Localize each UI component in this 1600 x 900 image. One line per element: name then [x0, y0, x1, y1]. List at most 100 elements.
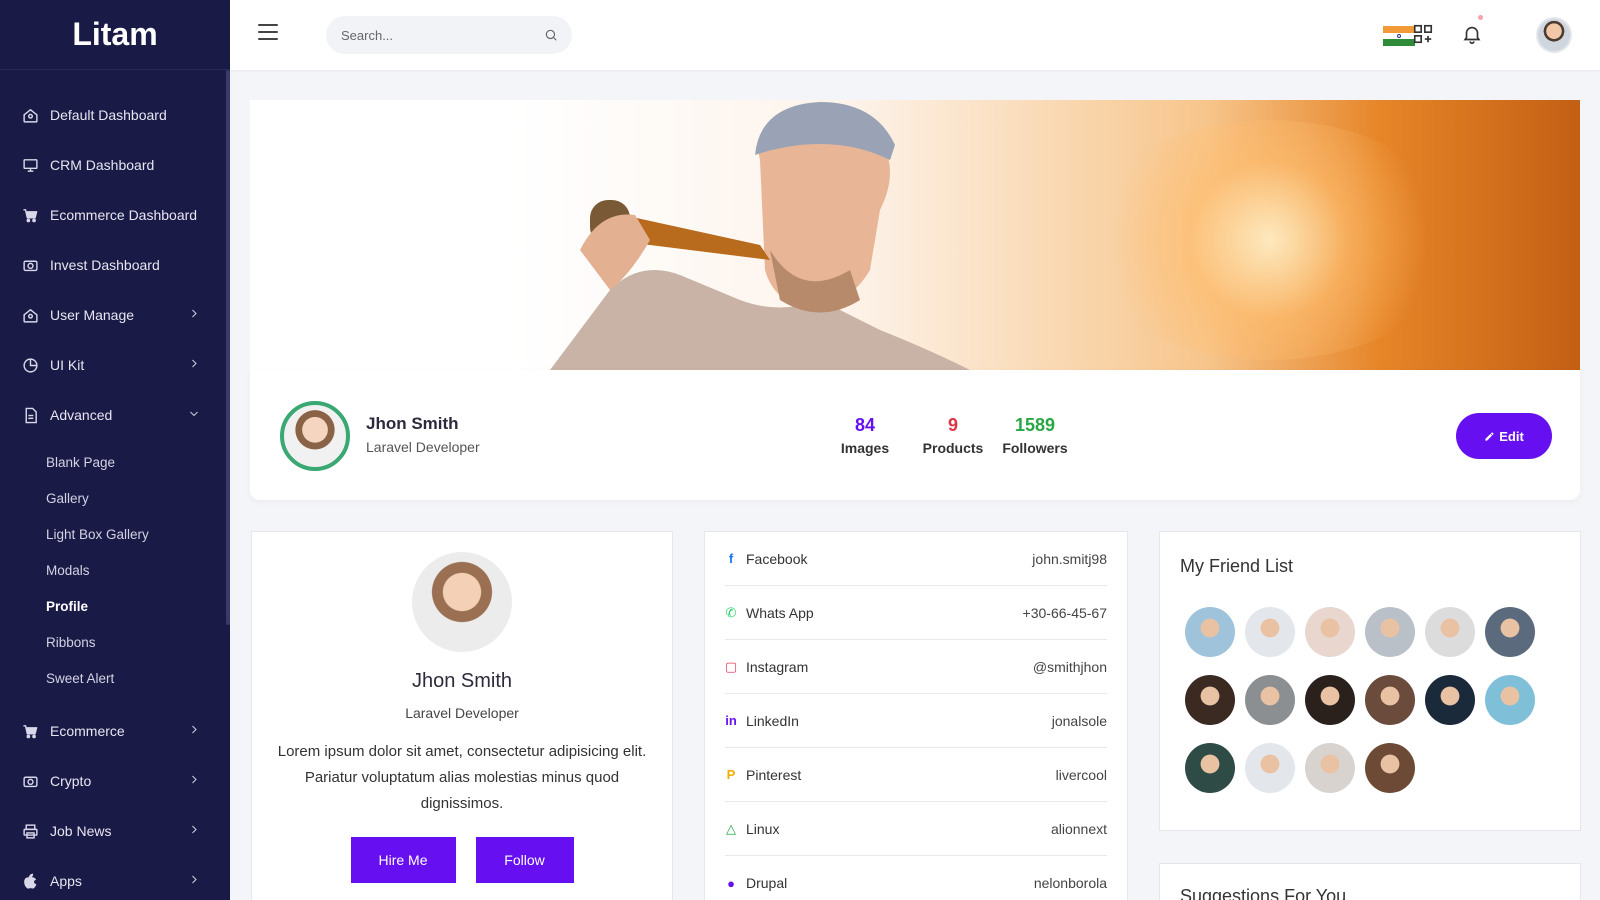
sidebar-item-label: Apps	[50, 873, 82, 889]
sidebar-item-ecommerce-dashboard[interactable]: Ecommerce Dashboard	[0, 190, 230, 240]
social-name: Instagram	[746, 658, 809, 675]
friend-avatar[interactable]	[1305, 743, 1355, 793]
social-value: nelonborola	[1033, 875, 1107, 891]
submenu-item-blank-page[interactable]: Blank Page	[0, 444, 230, 480]
friend-avatar[interactable]	[1245, 743, 1295, 793]
edit-button[interactable]: Edit	[1456, 413, 1552, 459]
printer-icon	[21, 822, 39, 840]
friend-avatar[interactable]	[1425, 675, 1475, 725]
social-value: john.smitj98	[1032, 550, 1107, 567]
chevron-right-icon	[188, 824, 200, 839]
social-links-card: f Facebook john.smitj98 ✆ Whats App +30-66-45…	[704, 531, 1128, 900]
social-row-instagram[interactable]: ▢ Instagram @smithjhon	[725, 640, 1107, 694]
instagram-icon: ▢	[724, 658, 738, 674]
submenu-item-light-box-gallery[interactable]: Light Box Gallery	[0, 516, 230, 552]
top-header	[230, 0, 1600, 70]
friend-avatar[interactable]	[1185, 607, 1235, 657]
sidebar-item-crm-dashboard[interactable]: CRM Dashboard	[0, 140, 230, 190]
menu-toggle-icon[interactable]	[258, 24, 278, 44]
sidebar-item-default-dashboard[interactable]: Default Dashboard	[0, 90, 230, 140]
social-row-linkedin[interactable]: in LinkedIn jonalsole	[725, 694, 1107, 748]
social-name: Whats App	[746, 604, 814, 621]
bell-icon[interactable]	[1461, 15, 1483, 45]
stat-images: 84 Images	[830, 415, 900, 456]
whatsapp-icon: ✆	[725, 604, 737, 620]
sidebar-item-user-manage[interactable]: User Manage	[0, 290, 230, 340]
stat-images-label: Images	[840, 440, 890, 456]
sidebar-item-label: Invest Dashboard	[50, 257, 160, 273]
cover-photo-illustration	[550, 102, 970, 370]
submenu-item-modals[interactable]: Modals	[0, 552, 230, 588]
chevron-right-icon	[188, 724, 200, 739]
stat-followers-value: 1589	[1014, 415, 1056, 435]
chevron-right-icon	[188, 308, 200, 323]
camera-icon	[21, 772, 39, 790]
pinterest-icon: P	[726, 767, 736, 782]
submenu-item-profile[interactable]: Profile	[0, 588, 230, 624]
hire-me-button[interactable]: Hire Me	[350, 837, 456, 883]
friend-avatar[interactable]	[1365, 743, 1415, 793]
about-avatar	[412, 552, 512, 652]
social-value: +30-66-45-67	[1022, 604, 1107, 621]
friend-avatar[interactable]	[1305, 675, 1355, 725]
sidebar-item-label: Ecommerce	[50, 723, 125, 739]
edit-label: Edit	[1499, 428, 1524, 444]
search-icon[interactable]	[544, 28, 558, 42]
sidebar-item-invest-dashboard[interactable]: Invest Dashboard	[0, 240, 230, 290]
social-value: alionnext	[1050, 820, 1107, 837]
profile-role: Laravel Developer	[366, 439, 480, 455]
friend-avatar[interactable]	[1245, 607, 1295, 657]
india-flag-icon[interactable]	[1383, 26, 1415, 46]
submenu-item-ribbons[interactable]: Ribbons	[0, 624, 230, 660]
sidebar-item-ui-kit[interactable]: UI Kit	[0, 340, 230, 390]
social-name: Pinterest	[746, 766, 802, 783]
apps-grid-icon[interactable]	[1412, 23, 1434, 45]
stat-followers-label: Followers	[1002, 440, 1068, 456]
social-row-pinterest[interactable]: P Pinterest livercool	[725, 748, 1107, 802]
brand-logo[interactable]: Litam	[0, 0, 230, 70]
stat-products-label: Products	[922, 440, 984, 456]
cart-icon	[21, 206, 39, 224]
cart-icon	[21, 722, 39, 740]
sidebar-item-advanced[interactable]: Advanced	[0, 390, 230, 440]
social-row-facebook[interactable]: f Facebook john.smitj98	[725, 532, 1107, 586]
friend-avatar[interactable]	[1185, 743, 1235, 793]
sidebar-item-crypto[interactable]: Crypto	[0, 756, 230, 806]
sidebar-item-label: CRM Dashboard	[50, 157, 155, 173]
sidebar-item-apps[interactable]: Apps	[0, 856, 230, 900]
social-row-linux[interactable]: △ Linux alionnext	[725, 802, 1107, 856]
friend-grid	[1185, 607, 1580, 793]
friend-avatar[interactable]	[1245, 675, 1295, 725]
friend-avatar[interactable]	[1305, 607, 1355, 657]
friend-avatar[interactable]	[1425, 607, 1475, 657]
about-role: Laravel Developer	[405, 705, 519, 721]
facebook-icon: f	[728, 551, 734, 566]
friend-avatar[interactable]	[1365, 607, 1415, 657]
about-card: Jhon Smith Laravel Developer Lorem ipsum…	[251, 531, 673, 900]
search-input[interactable]	[326, 16, 526, 54]
friend-avatar[interactable]	[1185, 675, 1235, 725]
profile-avatar[interactable]	[280, 401, 350, 471]
sidebar-item-label: User Manage	[50, 307, 135, 323]
submenu-item-gallery[interactable]: Gallery	[0, 480, 230, 516]
social-value: livercool	[1055, 766, 1107, 783]
sidebar-item-label: Job News	[50, 823, 112, 839]
search-box	[326, 16, 572, 54]
follow-button[interactable]: Follow	[475, 837, 574, 883]
about-bio: Lorem ipsum dolor sit amet, consectetur …	[277, 743, 647, 812]
sidebar-item-ecommerce[interactable]: Ecommerce	[0, 706, 230, 756]
social-name: Drupal	[746, 875, 788, 891]
sidebar-item-job-news[interactable]: Job News	[0, 806, 230, 856]
sidebar-item-label: Advanced	[50, 407, 113, 423]
friend-avatar[interactable]	[1485, 607, 1535, 657]
friend-avatar[interactable]	[1365, 675, 1415, 725]
linux-icon: △	[726, 820, 736, 836]
submenu-item-sweet-alert[interactable]: Sweet Alert	[0, 660, 230, 696]
suggestions-title: Suggestions For You	[1180, 886, 1347, 900]
cover-image	[250, 100, 1580, 370]
user-avatar[interactable]	[1536, 17, 1572, 53]
social-row-drupal[interactable]: ● Drupal nelonborola	[725, 856, 1107, 900]
social-row-whats-app[interactable]: ✆ Whats App +30-66-45-67	[725, 586, 1107, 640]
profile-name: Jhon Smith	[366, 414, 459, 433]
friend-avatar[interactable]	[1485, 675, 1535, 725]
